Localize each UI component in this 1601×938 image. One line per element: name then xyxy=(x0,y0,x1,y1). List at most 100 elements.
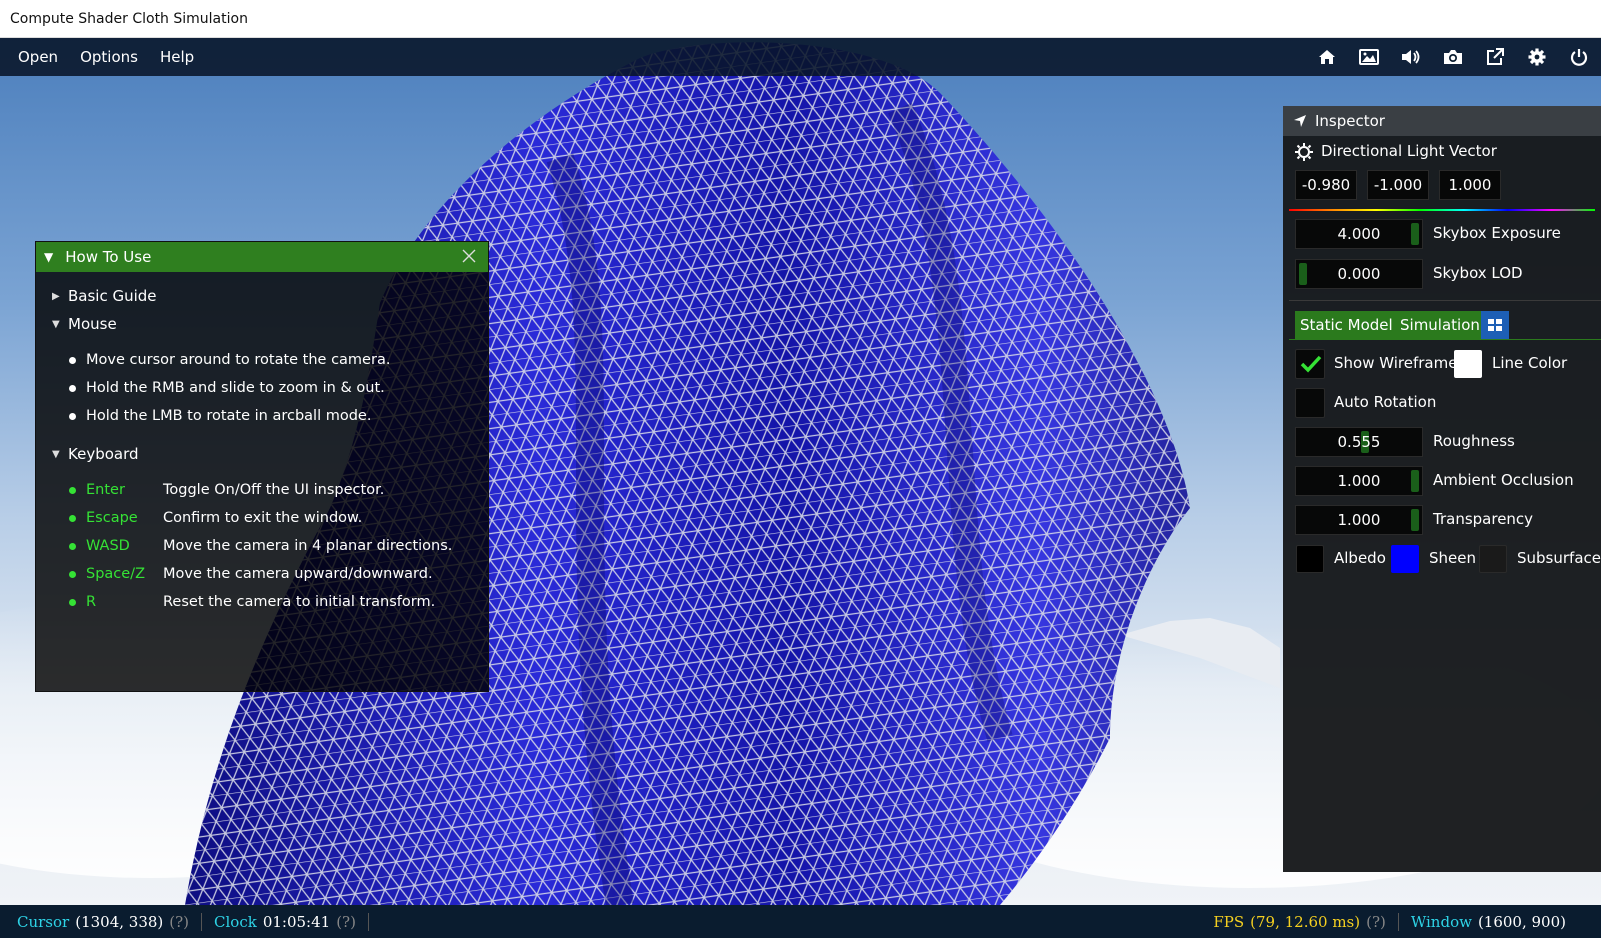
bullet-icon xyxy=(69,384,76,392)
tree-keyboard-label: Keyboard xyxy=(68,445,139,463)
status-bar: Cursor (1304, 338) (?) Clock 01:05:41 (?… xyxy=(0,905,1601,938)
cursor-help[interactable]: (?) xyxy=(169,913,189,931)
roughness-slider[interactable]: 0.555 xyxy=(1295,427,1423,457)
window-title: Compute Shader Cloth Simulation xyxy=(0,0,1601,38)
list-item-text: Hold the RMB and slide to zoom in & out. xyxy=(86,380,385,396)
tab-simulation[interactable]: Simulation xyxy=(1395,311,1485,339)
menu-options[interactable]: Options xyxy=(69,38,149,76)
light-vector-label: Directional Light Vector xyxy=(1321,142,1497,160)
inspector-panel: Inspector Directional Light Vector -0.98… xyxy=(1283,106,1601,872)
list-item-text: Move cursor around to rotate the camera. xyxy=(86,352,391,368)
toolbar xyxy=(1317,38,1589,76)
albedo-color-swatch[interactable] xyxy=(1296,545,1324,573)
tree-mouse[interactable]: ▼ Mouse xyxy=(52,315,117,333)
tab-list-button[interactable] xyxy=(1481,311,1509,339)
light-y-field[interactable]: -1.000 xyxy=(1367,170,1429,200)
menu-open[interactable]: Open xyxy=(0,38,69,76)
bullet-icon xyxy=(69,598,76,606)
cursor-label: Cursor xyxy=(17,912,70,931)
window-value: (1600, 900) xyxy=(1477,912,1566,931)
navigation-arrow-icon xyxy=(1293,114,1307,128)
how-to-use-panel: ▼ How To Use ▶ Basic Guide ▼ Mouse Move … xyxy=(35,241,489,692)
fps-help[interactable]: (?) xyxy=(1366,913,1386,931)
key-description: Confirm to exit the window. xyxy=(163,510,363,526)
checkmark-icon xyxy=(1300,355,1322,373)
albedo-label: Albedo xyxy=(1334,549,1386,567)
key-name: WASD xyxy=(86,538,130,554)
close-icon[interactable] xyxy=(462,248,480,266)
skybox-exposure-slider[interactable]: 4.000 xyxy=(1295,219,1423,249)
list-item: Hold the RMB and slide to zoom in & out. xyxy=(69,380,385,396)
camera-icon[interactable] xyxy=(1443,47,1463,67)
bullet-icon xyxy=(69,542,76,550)
menu-help[interactable]: Help xyxy=(149,38,205,76)
bullet-icon xyxy=(69,514,76,522)
skybox-lod-label: Skybox LOD xyxy=(1433,264,1523,282)
color-divider xyxy=(1289,209,1595,211)
clock-label: Clock xyxy=(214,912,257,931)
speaker-icon[interactable] xyxy=(1401,47,1421,67)
clock-value: 01:05:41 xyxy=(262,912,331,931)
how-to-use-title: How To Use xyxy=(65,248,152,266)
slider-grab[interactable] xyxy=(1411,509,1419,531)
collapse-arrow-icon[interactable]: ▼ xyxy=(44,250,53,264)
show-wireframe-label: Show Wireframe xyxy=(1334,354,1458,372)
line-color-swatch[interactable] xyxy=(1454,350,1482,378)
slider-grab[interactable] xyxy=(1411,470,1419,492)
bullet-icon xyxy=(69,412,76,420)
light-x-field[interactable]: -0.980 xyxy=(1295,170,1357,200)
key-row-space-z: Space/Z Move the camera upward/downward. xyxy=(69,566,433,582)
list-item-text: Hold the LMB to rotate in arcball mode. xyxy=(86,408,372,424)
tree-keyboard[interactable]: ▼ Keyboard xyxy=(52,445,139,463)
expand-arrow-icon: ▶ xyxy=(52,290,60,302)
status-divider xyxy=(367,912,369,931)
home-icon[interactable] xyxy=(1317,47,1337,67)
list-item: Move cursor around to rotate the camera. xyxy=(69,352,390,368)
transparency-label: Transparency xyxy=(1433,510,1534,528)
gear-icon[interactable] xyxy=(1527,47,1547,67)
roughness-label: Roughness xyxy=(1433,432,1515,450)
image-icon[interactable] xyxy=(1359,47,1379,67)
key-row-r: R Reset the camera to initial transform. xyxy=(69,594,435,610)
inspector-title: Inspector xyxy=(1315,112,1385,130)
power-icon[interactable] xyxy=(1569,47,1589,67)
auto-rotation-checkbox[interactable] xyxy=(1295,388,1325,418)
key-name: Space/Z xyxy=(86,566,146,582)
how-to-use-header[interactable]: ▼ How To Use xyxy=(36,242,488,272)
key-description: Reset the camera to initial transform. xyxy=(163,594,436,610)
slider-value: 1.000 xyxy=(1337,472,1381,490)
ambient-occlusion-slider[interactable]: 1.000 xyxy=(1295,466,1423,496)
external-link-icon[interactable] xyxy=(1485,47,1505,67)
key-row-escape: Escape Confirm to exit the window. xyxy=(69,510,362,526)
key-name: Escape xyxy=(86,510,138,526)
skybox-exposure-label: Skybox Exposure xyxy=(1433,224,1561,242)
transparency-slider[interactable]: 1.000 xyxy=(1295,505,1423,535)
cursor-value: (1304, 338) xyxy=(75,912,164,931)
skybox-lod-slider[interactable]: 0.000 xyxy=(1295,259,1423,289)
show-wireframe-checkbox[interactable] xyxy=(1295,349,1325,379)
key-description: Move the camera in 4 planar directions. xyxy=(163,538,453,554)
sheen-color-swatch[interactable] xyxy=(1391,545,1419,573)
slider-value: 4.000 xyxy=(1337,225,1381,243)
slider-grab[interactable] xyxy=(1299,263,1307,285)
inspector-header[interactable]: Inspector xyxy=(1283,106,1601,136)
sheen-label: Sheen xyxy=(1429,549,1476,567)
subsurface-color-swatch[interactable] xyxy=(1479,545,1507,573)
key-name: R xyxy=(86,594,97,610)
collapse-arrow-icon: ▼ xyxy=(52,318,60,330)
clock-help[interactable]: (?) xyxy=(336,913,356,931)
tree-basic-guide[interactable]: ▶ Basic Guide xyxy=(52,287,157,305)
grid-icon xyxy=(1487,318,1503,332)
light-z-field[interactable]: 1.000 xyxy=(1439,170,1501,200)
key-description: Move the camera upward/downward. xyxy=(163,566,433,582)
status-divider xyxy=(201,912,203,931)
line-color-label: Line Color xyxy=(1492,354,1568,372)
bullet-icon xyxy=(69,570,76,578)
slider-grab[interactable] xyxy=(1411,223,1419,245)
tab-static-model[interactable]: Static Model xyxy=(1295,311,1398,339)
window-label: Window xyxy=(1410,912,1472,931)
key-name: Enter xyxy=(86,482,125,498)
fps-value: (79, 12.60 ms) xyxy=(1250,912,1361,931)
status-divider xyxy=(1397,912,1399,931)
divider xyxy=(1289,300,1601,301)
